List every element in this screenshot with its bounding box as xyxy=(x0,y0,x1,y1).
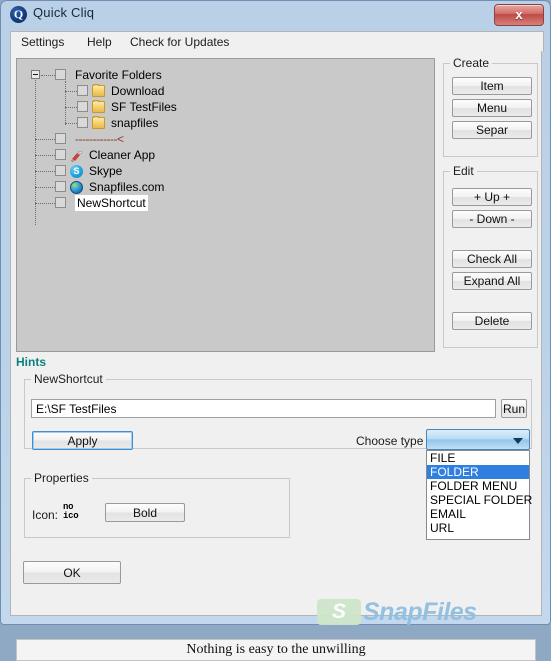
tree-checkbox[interactable] xyxy=(77,101,88,112)
folder-icon xyxy=(92,84,105,97)
tree-checkbox[interactable] xyxy=(77,85,88,96)
tree-connector xyxy=(65,91,77,93)
folder-icon xyxy=(92,116,105,129)
tree-connector xyxy=(35,203,55,205)
folder-icon xyxy=(92,100,105,113)
window-title: Quick Cliq xyxy=(33,5,95,20)
choose-type-dropdown-list[interactable]: FILE FOLDER FOLDER MENU SPECIAL FOLDER E… xyxy=(426,450,532,540)
edit-group-caption: Edit xyxy=(450,164,477,178)
tree-row-label: SF TestFiles xyxy=(111,100,177,114)
tree-checkbox[interactable] xyxy=(55,197,66,208)
tree-checkbox[interactable] xyxy=(55,149,66,160)
choose-type-label: Choose type xyxy=(356,434,424,448)
delete-button[interactable]: Delete xyxy=(452,312,532,330)
tree-connector xyxy=(35,139,55,141)
tree-row-label: Cleaner App xyxy=(89,148,156,162)
application-window: Q Quick Cliq x Settings Help Check for U… xyxy=(0,0,551,661)
ok-button[interactable]: OK xyxy=(23,561,121,584)
tree-row-label: snapfiles xyxy=(111,116,159,130)
tree-connector xyxy=(65,81,67,125)
create-item-button[interactable]: Item xyxy=(452,77,532,95)
title-bar: Q Quick Cliq x xyxy=(1,1,550,29)
no-icon-placeholder: ico xyxy=(63,511,79,521)
tree-connector xyxy=(65,107,77,109)
snapfiles-watermark: S SnapFiles xyxy=(317,597,532,629)
dropdown-option-file[interactable]: FILE xyxy=(427,451,529,465)
move-down-button[interactable]: - Down - xyxy=(452,210,532,228)
dropdown-option-special-folder[interactable]: SPECIAL FOLDER xyxy=(427,493,532,507)
tree-checkbox[interactable] xyxy=(55,69,66,80)
menu-bar: Settings Help Check for Updates xyxy=(10,31,544,52)
menu-item-help[interactable]: Help xyxy=(83,34,116,50)
tree-connector xyxy=(35,155,55,157)
icon-label: Icon: xyxy=(32,508,59,522)
tree-row-label: Download xyxy=(111,84,165,98)
properties-group-caption: Properties xyxy=(31,471,92,485)
tree-checkbox[interactable] xyxy=(77,117,88,128)
menu-item-settings[interactable]: Settings xyxy=(17,34,68,50)
favorites-tree[interactable]: Favorite Folders Download SF TestFiles s… xyxy=(16,58,435,352)
create-group-caption: Create xyxy=(450,56,493,70)
dropdown-option-folder[interactable]: FOLDER xyxy=(427,465,529,479)
close-button[interactable]: x xyxy=(494,4,544,26)
choose-type-combobox[interactable] xyxy=(426,429,530,450)
tree-row-label: Favorite Folders xyxy=(75,68,162,82)
tree-connector xyxy=(35,171,55,173)
create-separator-button[interactable]: Separ xyxy=(452,121,532,139)
check-all-button[interactable]: Check All xyxy=(452,250,532,268)
collapse-icon[interactable] xyxy=(31,70,40,79)
edit-group: Edit + Up + - Down - Check All Expand Al… xyxy=(443,164,538,348)
bold-button[interactable]: Bold xyxy=(105,503,185,522)
menu-item-check-for-updates[interactable]: Check for Updates xyxy=(126,34,233,50)
shortcut-group-caption: NewShortcut xyxy=(31,372,106,386)
tree-checkbox[interactable] xyxy=(55,165,66,176)
shortcut-path-input[interactable] xyxy=(31,399,496,418)
client-area: Favorite Folders Download SF TestFiles s… xyxy=(10,51,542,661)
dropdown-option-url[interactable]: URL xyxy=(427,521,529,535)
snapfiles-wordmark: SnapFiles xyxy=(363,598,477,626)
quick-cliq-q-icon: Q xyxy=(10,6,27,23)
status-bar: Nothing is easy to the unwilling xyxy=(16,639,536,661)
cleaner-app-icon xyxy=(70,149,83,162)
tree-row-label: NewShortcut xyxy=(75,195,148,211)
tree-connector xyxy=(41,75,55,77)
dropdown-option-email[interactable]: EMAIL xyxy=(427,507,529,521)
create-group: Create Item Menu Separ xyxy=(443,56,538,157)
tree-checkbox[interactable] xyxy=(55,181,66,192)
dropdown-option-folder-menu[interactable]: FOLDER MENU xyxy=(427,479,529,493)
create-menu-button[interactable]: Menu xyxy=(452,99,532,117)
no-icon-placeholder: no xyxy=(63,502,74,512)
tree-connector xyxy=(65,123,77,125)
skype-icon: S xyxy=(70,165,83,178)
apply-button[interactable]: Apply xyxy=(32,431,133,450)
chevron-down-icon xyxy=(513,438,523,444)
tree-row-label: Snapfiles.com xyxy=(89,180,165,194)
globe-icon xyxy=(70,181,83,194)
tree-checkbox[interactable] xyxy=(55,133,66,144)
tree-row-label: Skype xyxy=(89,164,123,178)
close-icon: x xyxy=(515,7,523,22)
move-up-button[interactable]: + Up + xyxy=(452,188,532,206)
run-button[interactable]: Run xyxy=(501,399,527,418)
expand-all-button[interactable]: Expand All xyxy=(452,272,532,290)
hints-label: Hints xyxy=(16,355,46,369)
snapfiles-logo-icon: S xyxy=(317,599,361,625)
tree-connector xyxy=(35,187,55,189)
separator-icon: ------------< xyxy=(75,132,124,146)
